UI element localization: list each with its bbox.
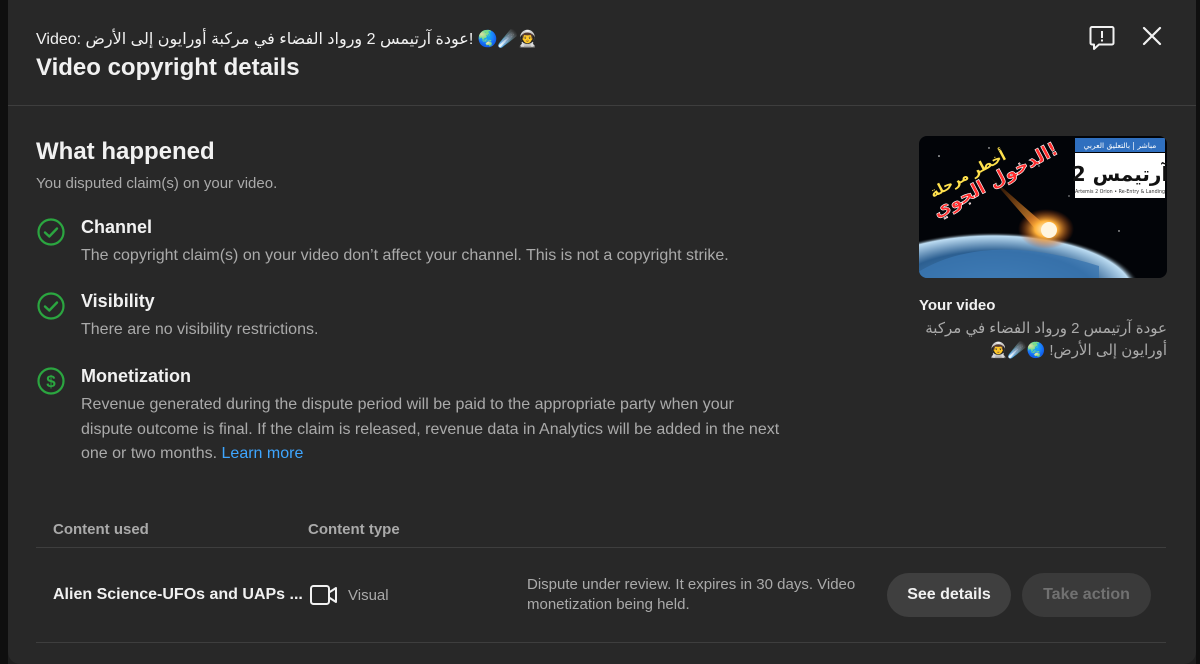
feedback-button[interactable]: [1084, 20, 1120, 56]
visibility-status-item: Visibility There are no visibility restr…: [36, 291, 796, 351]
monetization-title: Monetization: [81, 366, 191, 386]
copyright-details-dialog: Video: عودة آرتيمس 2 ورواد الفضاء في مرك…: [8, 0, 1196, 664]
claims-table-header: Content used Content type: [36, 505, 1166, 548]
check-circle-icon: [37, 218, 65, 246]
table-row: Alien Science-UFOs and UAPs ... Visual D…: [36, 548, 1166, 643]
monetization-text: Revenue generated during the dispute per…: [81, 396, 780, 462]
thumb-tag: مباشر | بالتعليق العربي: [1084, 141, 1157, 150]
what-happened-subtitle: You disputed claim(s) on your video.: [36, 175, 278, 192]
video-title-line: Video: عودة آرتيمس 2 ورواد الفضاء في مرك…: [36, 31, 538, 48]
your-video-title[interactable]: عودة آرتيمس 2 ورواد الفضاء في مركبة أورا…: [919, 318, 1167, 362]
thumb-subtitle: Artemis 2 Orion • Re-Entry & Landing: [1075, 189, 1165, 195]
close-button[interactable]: [1134, 18, 1170, 54]
what-happened-heading: What happened: [36, 138, 215, 165]
background-page-left: [0, 0, 8, 664]
thumb-title: آرتيمس 2: [1072, 161, 1167, 186]
check-circle-icon: [37, 292, 65, 320]
channel-title: Channel: [81, 217, 153, 237]
dialog-title: Video copyright details: [36, 54, 300, 81]
see-details-button[interactable]: See details: [887, 573, 1011, 617]
dollar-circle-icon: $: [37, 367, 65, 395]
content-used-header: Content used: [53, 521, 149, 538]
close-icon: [1142, 26, 1162, 46]
take-action-button[interactable]: Take action: [1022, 573, 1151, 617]
channel-description: The copyright claim(s) on your video don…: [81, 247, 729, 264]
channel-status-item: Channel The copyright claim(s) on your v…: [36, 217, 796, 277]
dialog-header: Video: عودة آرتيمس 2 ورواد الفضاء في مرك…: [8, 0, 1196, 106]
content-used-cell: Alien Science-UFOs and UAPs ...: [53, 586, 303, 603]
thumbnail-image: أخطر مرحلة الدخول الجوي! مباشر | بالتعلي…: [919, 136, 1167, 278]
monetization-description: Revenue generated during the dispute per…: [81, 393, 781, 467]
video-thumbnail[interactable]: أخطر مرحلة الدخول الجوي! مباشر | بالتعلي…: [919, 136, 1167, 278]
feedback-icon: [1089, 26, 1115, 50]
your-video-label: Your video: [919, 297, 996, 314]
learn-more-link[interactable]: Learn more: [222, 445, 304, 462]
content-type-cell: Visual: [348, 587, 389, 604]
visibility-description: There are no visibility restrictions.: [81, 321, 319, 338]
dispute-status-cell: Dispute under review. It expires in 30 d…: [527, 576, 856, 613]
background-page-right: [1196, 0, 1200, 664]
content-type-header: Content type: [308, 521, 400, 538]
visibility-title: Visibility: [81, 291, 155, 311]
video-camera-icon: [310, 585, 337, 605]
monetization-status-item: $ Monetization Revenue generated during …: [36, 366, 796, 476]
svg-text:$: $: [46, 372, 56, 391]
